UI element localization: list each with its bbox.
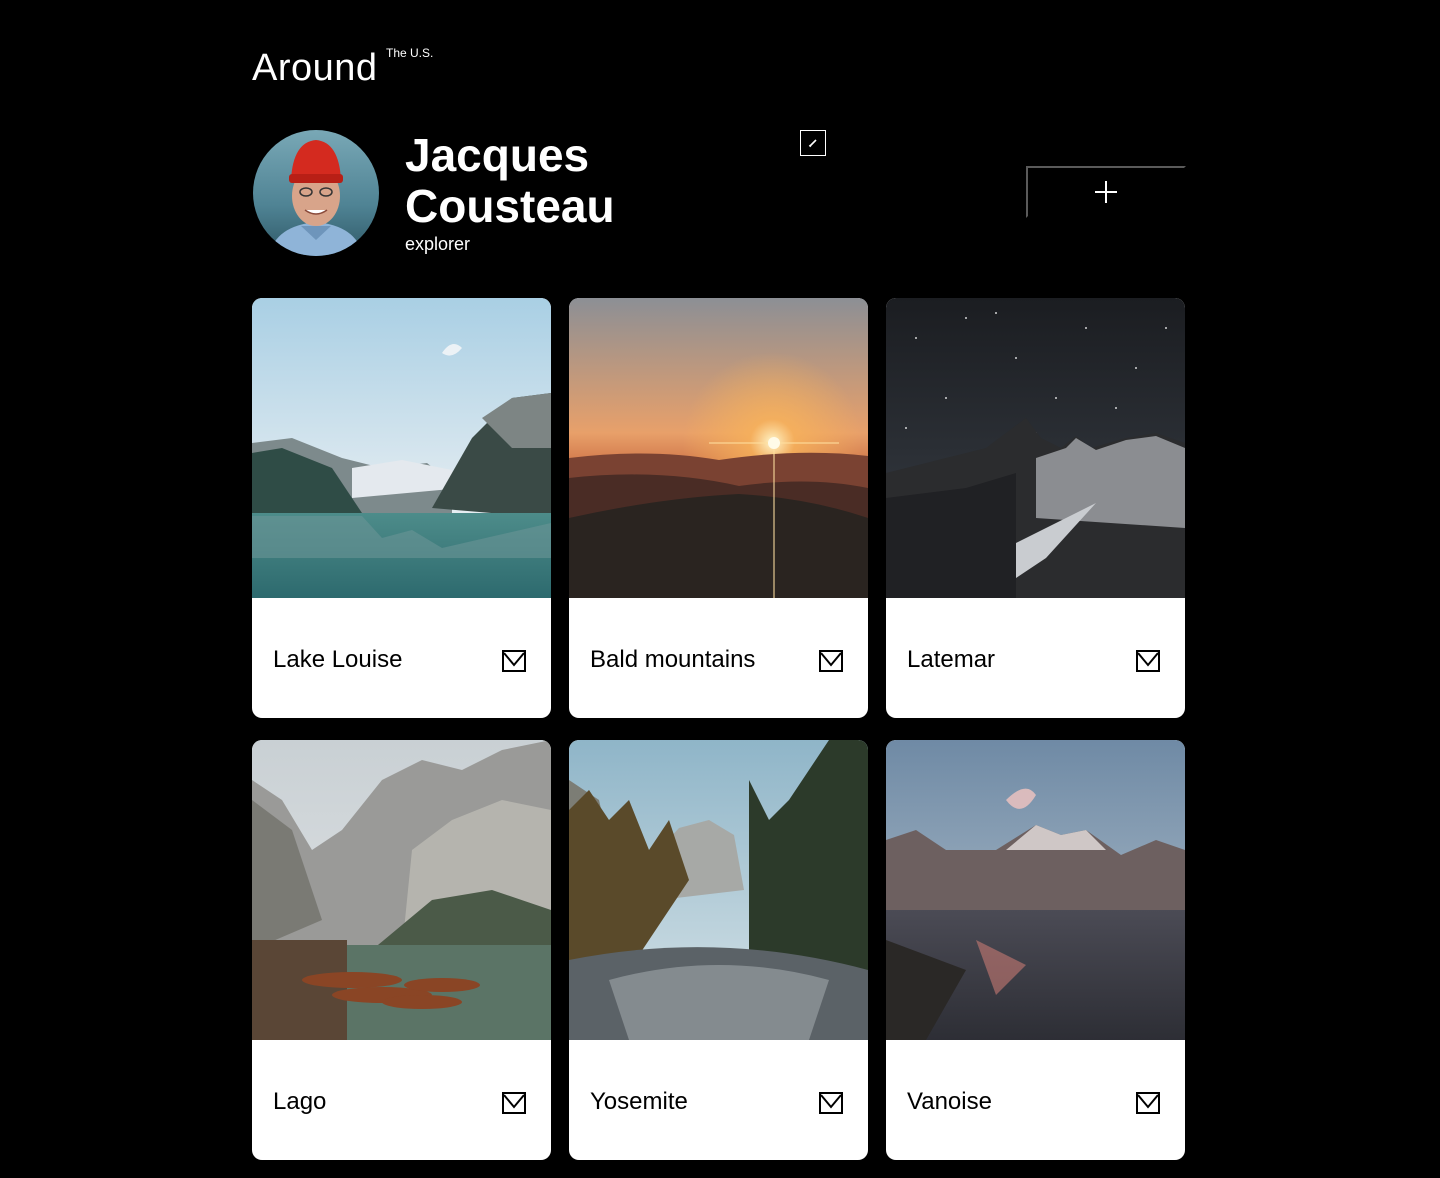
like-button[interactable] <box>819 1092 843 1114</box>
place-image[interactable] <box>569 740 868 1040</box>
place-card: Lake Louise <box>252 298 551 718</box>
plus-icon <box>1095 181 1117 203</box>
heart-icon <box>819 1092 843 1114</box>
heart-icon <box>1136 650 1160 672</box>
card-footer: Latemar <box>886 598 1185 718</box>
place-card: Bald mountains <box>569 298 868 718</box>
place-image[interactable] <box>886 298 1185 598</box>
place-card: Vanoise <box>886 740 1185 1160</box>
place-image[interactable] <box>252 740 551 1040</box>
place-title: Lago <box>273 1088 327 1115</box>
place-image[interactable] <box>252 298 551 598</box>
add-place-button[interactable] <box>1026 166 1186 218</box>
profile-section: Jacques Cousteau explorer <box>252 130 1186 260</box>
card-footer: Lago <box>252 1040 551 1160</box>
place-card: Lago <box>252 740 551 1160</box>
logo: Around The U.S. <box>252 44 433 92</box>
pencil-icon <box>808 139 817 148</box>
logo-text: Around <box>252 47 378 89</box>
heart-icon <box>502 650 526 672</box>
heart-icon <box>1136 1092 1160 1114</box>
place-card: Yosemite <box>569 740 868 1160</box>
logo-superscript: The U.S. <box>386 46 434 60</box>
card-footer: Vanoise <box>886 1040 1185 1160</box>
place-image[interactable] <box>886 740 1185 1040</box>
edit-profile-button[interactable] <box>800 130 826 156</box>
place-card: Latemar <box>886 298 1185 718</box>
heart-icon <box>502 1092 526 1114</box>
place-title: Yosemite <box>590 1088 688 1115</box>
places-grid: Lake Louise Bald mountains Latemar Lago … <box>252 298 1186 1160</box>
place-title: Vanoise <box>907 1088 992 1115</box>
place-title: Latemar <box>907 646 996 673</box>
place-title: Lake Louise <box>273 646 403 673</box>
card-footer: Bald mountains <box>569 598 868 718</box>
card-footer: Yosemite <box>569 1040 868 1160</box>
like-button[interactable] <box>1136 650 1160 672</box>
like-button[interactable] <box>502 1092 526 1114</box>
like-button[interactable] <box>819 650 843 672</box>
card-footer: Lake Louise <box>252 598 551 718</box>
like-button[interactable] <box>502 650 526 672</box>
avatar[interactable] <box>253 130 379 256</box>
place-image[interactable] <box>569 298 868 598</box>
like-button[interactable] <box>1136 1092 1160 1114</box>
profile-about: explorer <box>405 234 471 254</box>
heart-icon <box>819 650 843 672</box>
place-title: Bald mountains <box>590 646 756 673</box>
profile-name: Jacques Cousteau <box>405 129 615 232</box>
